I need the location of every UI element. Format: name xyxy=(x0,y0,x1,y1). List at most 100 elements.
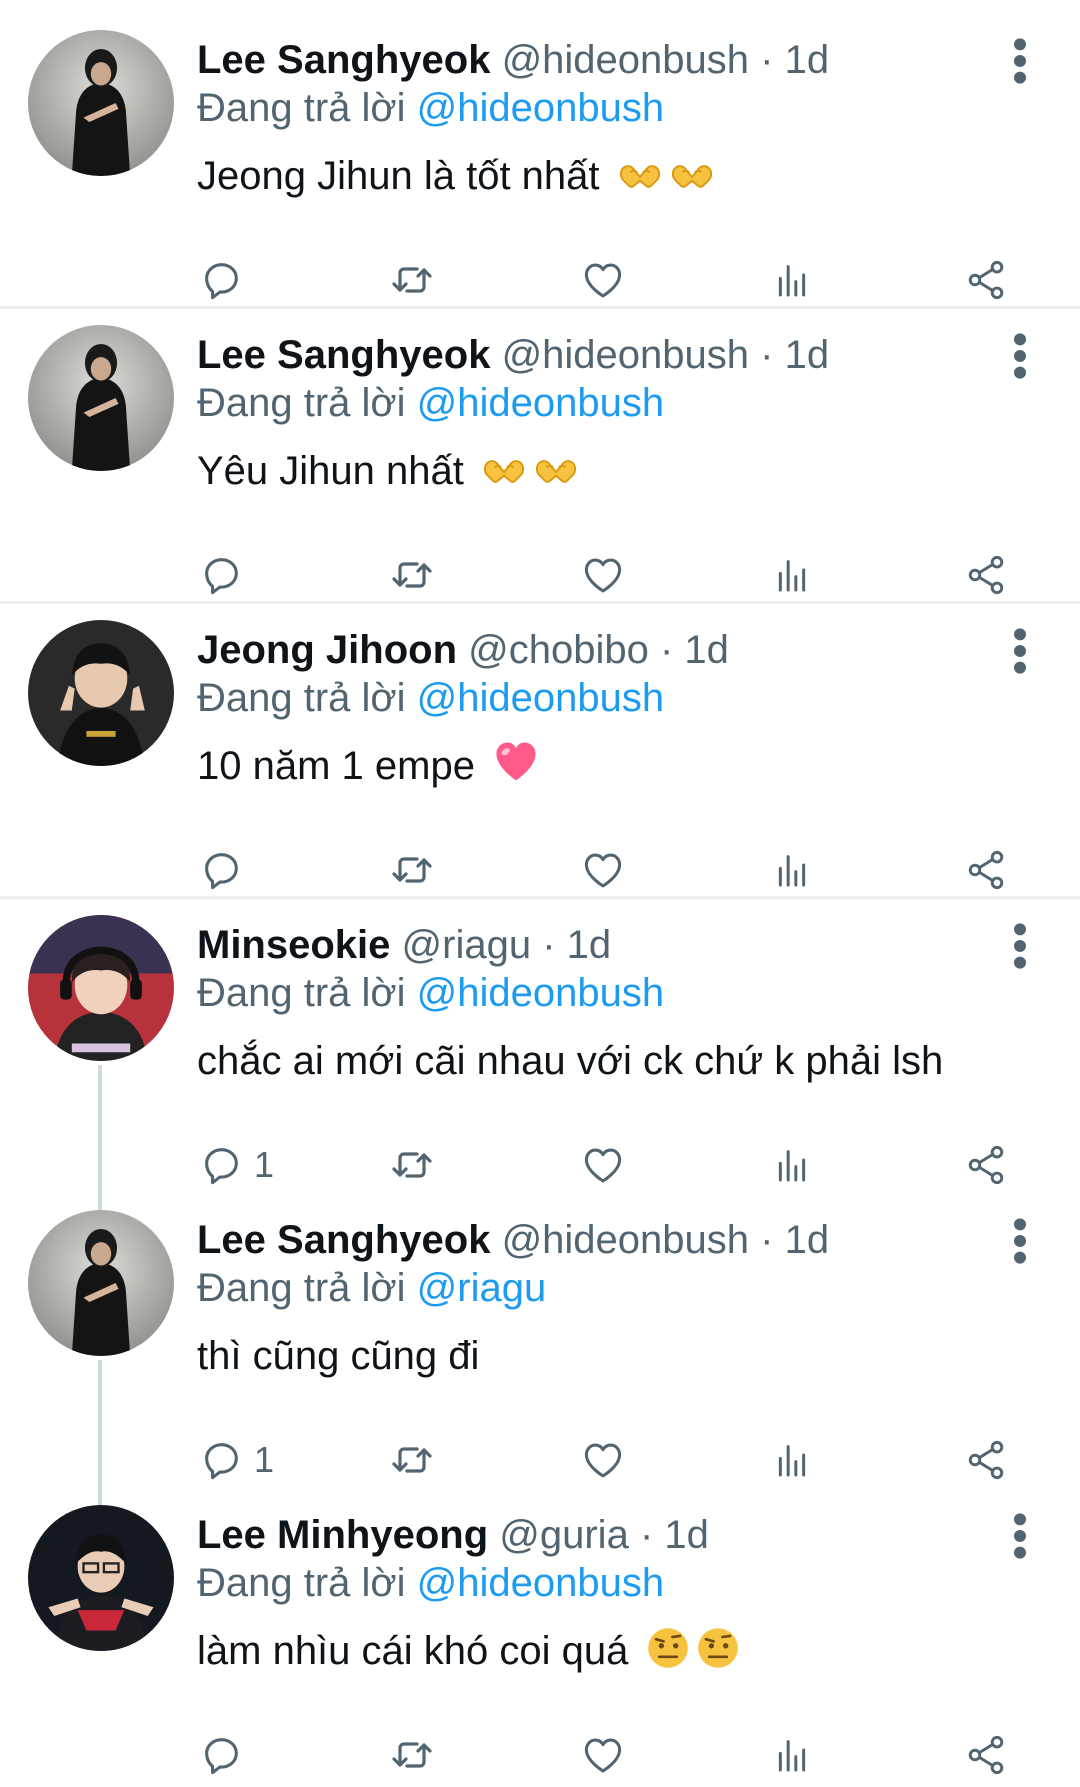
pink-heart-emoji xyxy=(492,739,540,785)
author-handle[interactable]: @hideonbush xyxy=(502,38,761,82)
author-handle[interactable]: @hideonbush xyxy=(502,1218,761,1262)
author-name[interactable]: Minseokie xyxy=(197,923,390,967)
tweet[interactable]: Lee Sanghyeok @hideonbush · 1d Đang trả … xyxy=(0,1210,1080,1490)
more-options-icon[interactable] xyxy=(1006,36,1034,86)
like-button[interactable] xyxy=(580,547,626,603)
views-button[interactable] xyxy=(772,547,812,603)
like-button[interactable] xyxy=(580,1137,626,1193)
tweet[interactable]: Lee Sanghyeok @hideonbush · 1d Đang trả … xyxy=(0,325,1080,605)
author-name[interactable]: Lee Minhyeong xyxy=(197,1513,488,1557)
replying-to-label: Đang trả lời xyxy=(197,676,417,720)
timestamp[interactable]: 1d xyxy=(785,38,830,82)
replying-to: Đang trả lời @hideonbush xyxy=(197,1557,664,1609)
heart-icon xyxy=(580,847,626,893)
avatar-lee-sanghyeok[interactable] xyxy=(28,1210,174,1356)
tweet-text: làm nhìu cái khó coi quá xyxy=(197,1623,740,1679)
tweet-text-content: thì cũng cũng đi xyxy=(197,1334,480,1378)
separator-dot: · xyxy=(659,628,685,672)
replying-to: Đang trả lời @hideonbush xyxy=(197,377,664,429)
more-options-icon[interactable] xyxy=(1006,1511,1034,1561)
reply-button[interactable]: 1 xyxy=(198,1137,274,1193)
timestamp[interactable]: 1d xyxy=(684,628,729,672)
tweet[interactable]: Lee Minhyeong @guria · 1d Đang trả lời @… xyxy=(0,1505,1080,1785)
author-name[interactable]: Lee Sanghyeok xyxy=(197,1218,490,1262)
timestamp[interactable]: 1d xyxy=(785,333,830,377)
like-button[interactable] xyxy=(580,252,626,308)
retweet-button[interactable] xyxy=(388,252,436,308)
tweet[interactable]: Lee Sanghyeok @hideonbush · 1d Đang trả … xyxy=(0,30,1080,310)
retweet-button[interactable] xyxy=(388,1727,436,1783)
tweet-text: thì cũng cũng đi xyxy=(197,1328,479,1384)
reply-button[interactable] xyxy=(198,252,254,308)
tweet-text: chắc ai mới cãi nhau với ck chứ k phải l… xyxy=(197,1033,943,1089)
tweet[interactable]: Jeong Jihoon @chobibo · 1d Đang trả lời … xyxy=(0,620,1080,900)
replying-to-mention[interactable]: @hideonbush xyxy=(417,381,664,425)
views-button[interactable] xyxy=(772,1727,812,1783)
author-name[interactable]: Lee Sanghyeok xyxy=(197,38,490,82)
timestamp[interactable]: 1d xyxy=(567,923,612,967)
share-button[interactable] xyxy=(964,252,1008,308)
tweet-text-content: 10 năm 1 empe xyxy=(197,744,475,788)
share-button[interactable] xyxy=(964,1137,1008,1193)
avatar-lee-minhyeong[interactable] xyxy=(28,1505,174,1651)
more-options-icon[interactable] xyxy=(1006,1216,1034,1266)
views-button[interactable] xyxy=(772,842,812,898)
avatar-minseokie[interactable] xyxy=(28,915,174,1061)
separator-dot: · xyxy=(760,333,785,377)
retweet-button[interactable] xyxy=(388,547,436,603)
replying-to: Đang trả lời @hideonbush xyxy=(197,82,664,134)
share-icon xyxy=(964,848,1008,892)
author-name[interactable]: Lee Sanghyeok xyxy=(197,333,490,377)
author-handle[interactable]: @guria xyxy=(499,1513,640,1557)
reply-button[interactable] xyxy=(198,1727,254,1783)
author-handle[interactable]: @riagu xyxy=(402,923,543,967)
replying-to-mention[interactable]: @hideonbush xyxy=(417,971,664,1015)
author-name[interactable]: Jeong Jihoon xyxy=(197,628,457,672)
share-icon xyxy=(964,1438,1008,1482)
share-button[interactable] xyxy=(964,842,1008,898)
views-button[interactable] xyxy=(772,252,812,308)
replying-to-mention[interactable]: @hideonbush xyxy=(417,1561,664,1605)
retweet-button[interactable] xyxy=(388,1137,436,1193)
replying-to-mention[interactable]: @hideonbush xyxy=(417,676,664,720)
tweet-text-content: chắc ai mới cãi nhau với ck chứ k phải l… xyxy=(197,1039,944,1083)
share-icon xyxy=(964,1733,1008,1777)
reply-icon xyxy=(198,257,244,303)
author-handle[interactable]: @chobibo xyxy=(468,628,660,672)
avatar-lee-sanghyeok[interactable] xyxy=(28,325,174,471)
bar-chart-icon xyxy=(772,1143,812,1187)
more-options-icon[interactable] xyxy=(1006,921,1034,971)
retweet-button[interactable] xyxy=(388,842,436,898)
timestamp[interactable]: 1d xyxy=(664,1513,709,1557)
reply-icon xyxy=(198,1732,244,1778)
avatar-lee-sanghyeok[interactable] xyxy=(28,30,174,176)
like-button[interactable] xyxy=(580,842,626,898)
share-button[interactable] xyxy=(964,1432,1008,1488)
views-button[interactable] xyxy=(772,1137,812,1193)
separator-dot: · xyxy=(760,1218,785,1262)
avatar-jeong-jihoon[interactable] xyxy=(28,620,174,766)
replying-to-mention[interactable]: @riagu xyxy=(417,1266,547,1310)
tweet-text: Yêu Jihun nhất xyxy=(197,443,579,499)
share-button[interactable] xyxy=(964,547,1008,603)
reply-button[interactable] xyxy=(198,842,254,898)
bar-chart-icon xyxy=(772,1733,812,1777)
author-handle[interactable]: @hideonbush xyxy=(502,333,761,377)
tweet[interactable]: Minseokie @riagu · 1d Đang trả lời @hide… xyxy=(0,915,1080,1195)
replying-to: Đang trả lời @hideonbush xyxy=(197,967,664,1019)
reply-button[interactable] xyxy=(198,547,254,603)
more-options-icon[interactable] xyxy=(1006,331,1034,381)
heart-icon xyxy=(580,552,626,598)
separator-dot: · xyxy=(542,923,567,967)
replying-to-label: Đang trả lời xyxy=(197,1561,417,1605)
views-button[interactable] xyxy=(772,1432,812,1488)
like-button[interactable] xyxy=(580,1432,626,1488)
like-button[interactable] xyxy=(580,1727,626,1783)
retweet-icon xyxy=(388,551,436,599)
share-button[interactable] xyxy=(964,1727,1008,1783)
timestamp[interactable]: 1d xyxy=(785,1218,830,1262)
retweet-button[interactable] xyxy=(388,1432,436,1488)
more-options-icon[interactable] xyxy=(1006,626,1034,676)
reply-button[interactable]: 1 xyxy=(198,1432,274,1488)
replying-to-mention[interactable]: @hideonbush xyxy=(417,86,664,130)
